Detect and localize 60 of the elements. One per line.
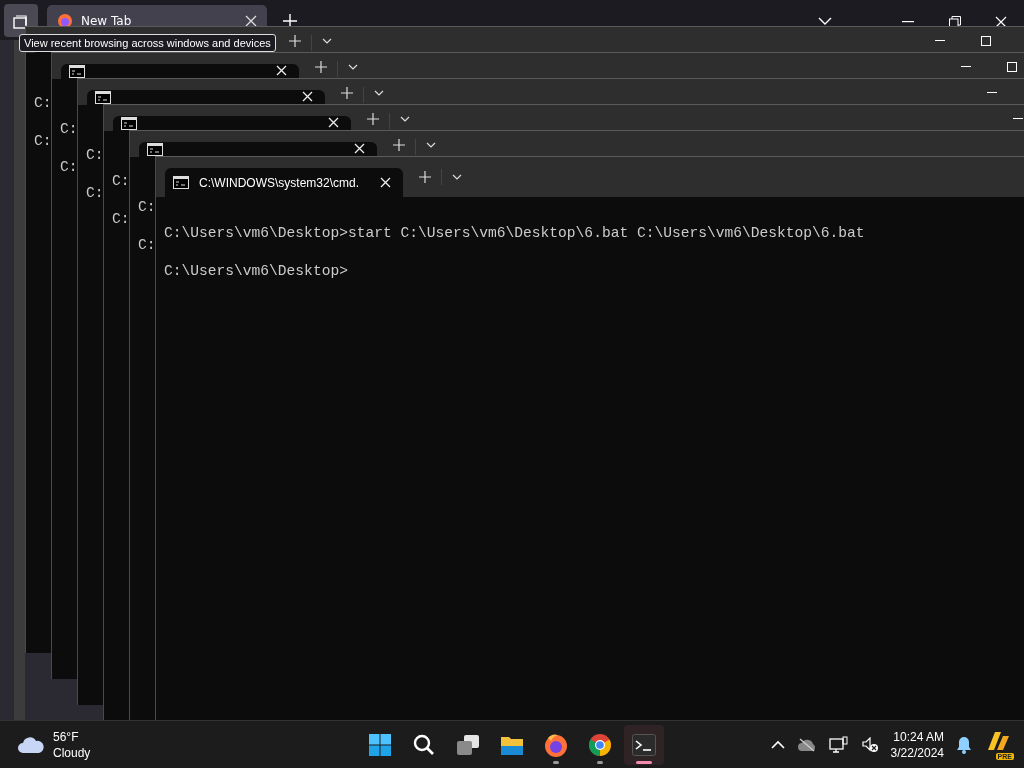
new-tab-icon[interactable] <box>341 87 353 99</box>
console-line: C: <box>34 132 52 151</box>
close-icon[interactable] <box>380 177 391 188</box>
restore-icon[interactable] <box>949 16 961 28</box>
minimize-icon[interactable] <box>902 21 914 23</box>
chevron-down-icon[interactable] <box>400 116 410 122</box>
close-icon[interactable] <box>328 117 339 128</box>
taskbar-button[interactable] <box>624 724 664 765</box>
chevron-up-icon[interactable] <box>770 740 785 749</box>
round-browser-icon <box>588 732 612 757</box>
maximize-icon[interactable] <box>1007 62 1017 72</box>
console-line: C: <box>34 94 52 113</box>
new-tab-icon[interactable] <box>393 139 405 151</box>
console-line: C: <box>60 120 78 139</box>
console-line: C: <box>138 198 156 217</box>
close-icon[interactable] <box>276 65 287 76</box>
console-line: C: <box>138 236 156 255</box>
minimize-icon[interactable] <box>961 66 971 68</box>
console-line: C: <box>112 172 130 191</box>
minimize-icon[interactable] <box>935 40 945 42</box>
weather-condition: Cloudy <box>53 744 91 761</box>
chevron-down-icon[interactable] <box>348 64 358 70</box>
muted-speaker-icon[interactable] <box>860 736 879 753</box>
console-line: C: <box>86 146 104 165</box>
terminal-icon <box>632 733 656 756</box>
new-tab-icon[interactable] <box>289 35 301 47</box>
chevron-down-icon[interactable] <box>426 142 436 148</box>
cloud-icon <box>17 734 45 755</box>
console-line: C: <box>86 184 104 203</box>
new-tab-icon[interactable] <box>315 61 327 73</box>
clock-button[interactable]: 10:24 AM 3/22/2024 <box>890 728 944 761</box>
minimize-icon[interactable] <box>1013 118 1023 120</box>
bell-icon[interactable] <box>956 735 972 754</box>
close-icon[interactable] <box>354 143 365 154</box>
tooltip: View recent browsing across windows and devices <box>19 34 276 52</box>
cloud-off-icon[interactable] <box>796 737 817 752</box>
close-icon[interactable] <box>302 91 313 102</box>
minimize-icon[interactable] <box>987 92 997 94</box>
temperature: 56°F <box>53 728 80 745</box>
tab-title: New Tab <box>81 14 133 28</box>
console-line: C:\Users\vm6\Desktop> <box>164 262 348 281</box>
new-tab-icon[interactable] <box>367 113 379 125</box>
terminal-tab[interactable]: C:\WINDOWS\system32\cmd. <box>165 168 403 197</box>
chevron-down-icon[interactable] <box>452 174 462 180</box>
chevron-down-icon[interactable] <box>322 38 332 44</box>
network-icon[interactable] <box>828 735 849 754</box>
console-line: C: <box>112 210 130 229</box>
windows-icon <box>369 733 391 756</box>
close-icon[interactable] <box>245 15 257 27</box>
search-icon <box>413 733 435 756</box>
chevron-down-icon[interactable] <box>374 90 384 96</box>
tab-title: C:\WINDOWS\system32\cmd. <box>199 175 360 190</box>
task-view-icon <box>456 733 480 756</box>
console-line: C:\Users\vm6\Desktop>start C:\Users\vm6\Desktop\6.bat C:\Users\vm6\Desktop\6.bat <box>164 224 865 243</box>
new-tab-icon[interactable] <box>419 171 431 183</box>
console-icon <box>173 176 189 189</box>
maximize-icon[interactable] <box>981 36 991 46</box>
fox-browser-icon <box>544 732 568 757</box>
app-tray-icon[interactable] <box>985 729 1011 752</box>
console-line: C: <box>60 158 78 177</box>
